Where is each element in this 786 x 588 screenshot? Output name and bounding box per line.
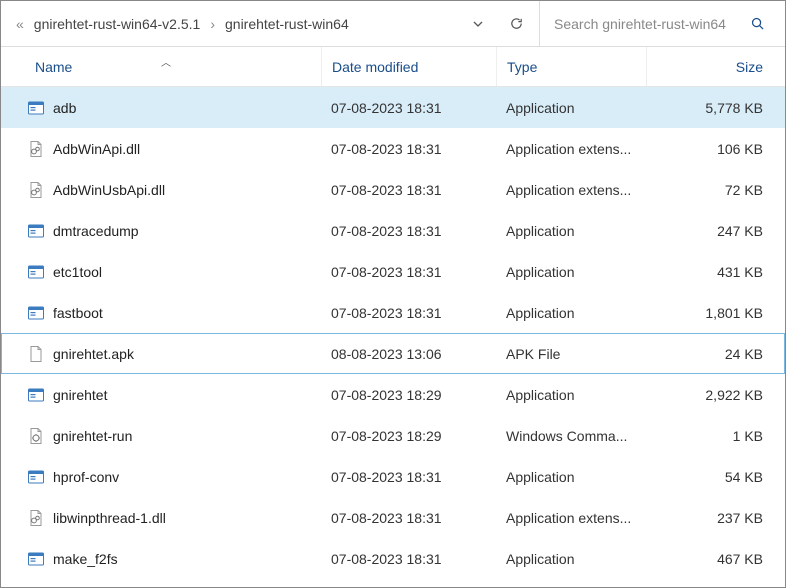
file-name: gnirehtet-run [53, 428, 132, 444]
file-size: 54 KB [646, 469, 785, 485]
column-header-name[interactable]: Name ︿ [1, 47, 321, 86]
file-icon [27, 345, 45, 363]
sort-indicator-icon: ︿ [161, 54, 171, 69]
file-type: Application extens... [496, 141, 646, 157]
file-name: adb [53, 100, 76, 116]
file-size: 106 KB [646, 141, 785, 157]
breadcrumb-part-2[interactable]: gnirehtet-rust-win64 [225, 16, 349, 32]
file-date: 07-08-2023 18:31 [321, 551, 496, 567]
exe-icon [27, 99, 45, 117]
file-date: 07-08-2023 18:31 [321, 469, 496, 485]
file-date: 07-08-2023 18:29 [321, 428, 496, 444]
file-row[interactable]: fastboot 07-08-2023 18:31Application1,801… [1, 292, 785, 333]
column-header-label: Type [507, 59, 537, 75]
file-date: 07-08-2023 18:31 [321, 305, 496, 321]
file-row[interactable]: gnirehtet-run 07-08-2023 18:29Windows Com… [1, 415, 785, 456]
file-size: 72 KB [646, 182, 785, 198]
file-row[interactable]: make_f2fs 07-08-2023 18:31Application467 … [1, 538, 785, 579]
breadcrumb-sep: › [210, 16, 215, 32]
search-icon[interactable] [750, 16, 765, 31]
file-date: 07-08-2023 18:31 [321, 223, 496, 239]
file-date: 07-08-2023 18:31 [321, 264, 496, 280]
column-header-label: Name [35, 59, 72, 75]
file-row[interactable]: etc1tool 07-08-2023 18:31Application431 K… [1, 251, 785, 292]
exe-icon [27, 550, 45, 568]
file-type: Application [496, 551, 646, 567]
file-type: Windows Comma... [496, 428, 646, 444]
column-headers: Name ︿ Date modified Type Size [1, 47, 785, 87]
file-date: 07-08-2023 18:31 [321, 182, 496, 198]
exe-icon [27, 263, 45, 281]
breadcrumb-overflow[interactable]: « [16, 16, 24, 32]
column-header-label: Size [736, 59, 763, 75]
file-type: APK File [496, 346, 646, 362]
chevron-down-icon [472, 18, 484, 30]
file-row[interactable]: gnirehtet 07-08-2023 18:29Application2,92… [1, 374, 785, 415]
file-date: 08-08-2023 13:06 [321, 346, 496, 362]
file-name: gnirehtet.apk [53, 346, 134, 362]
file-type: Application [496, 305, 646, 321]
address-toolbar: « gnirehtet-rust-win64-v2.5.1 › gnirehte… [1, 1, 785, 47]
exe-icon [27, 386, 45, 404]
file-row[interactable]: hprof-conv 07-08-2023 18:31Application54 … [1, 456, 785, 497]
file-size: 1,801 KB [646, 305, 785, 321]
dll-icon [27, 140, 45, 158]
breadcrumb[interactable]: « gnirehtet-rust-win64-v2.5.1 › gnirehte… [11, 16, 349, 32]
cmd-icon [27, 427, 45, 445]
file-size: 24 KB [646, 346, 785, 362]
column-header-size[interactable]: Size [646, 47, 785, 86]
dll-icon [27, 509, 45, 527]
file-type: Application [496, 387, 646, 403]
file-size: 431 KB [646, 264, 785, 280]
file-type: Application [496, 264, 646, 280]
exe-icon [27, 468, 45, 486]
file-row[interactable]: libwinpthread-1.dll 07-08-2023 18:31Appli… [1, 497, 785, 538]
refresh-icon [509, 16, 524, 31]
file-size: 237 KB [646, 510, 785, 526]
file-type: Application [496, 223, 646, 239]
file-date: 07-08-2023 18:31 [321, 510, 496, 526]
file-row[interactable]: AdbWinUsbApi.dll 07-08-2023 18:31Applicat… [1, 169, 785, 210]
file-list[interactable]: adb07-08-2023 18:31Application5,778 KBAd… [1, 87, 785, 587]
search-input[interactable] [552, 15, 742, 33]
file-row[interactable]: adb 07-08-2023 18:31Application5,778 KB [1, 87, 785, 128]
column-header-label: Date modified [332, 59, 418, 75]
file-name: fastboot [53, 305, 103, 321]
file-size: 247 KB [646, 223, 785, 239]
file-date: 07-08-2023 18:31 [321, 100, 496, 116]
file-size: 1 KB [646, 428, 785, 444]
file-row[interactable]: AdbWinApi.dll 07-08-2023 18:31Application… [1, 128, 785, 169]
exe-icon [27, 222, 45, 240]
explorer-window: « gnirehtet-rust-win64-v2.5.1 › gnirehte… [0, 0, 786, 588]
file-name: dmtracedump [53, 223, 139, 239]
file-name: AdbWinApi.dll [53, 141, 140, 157]
file-type: Application extens... [496, 510, 646, 526]
file-name: AdbWinUsbApi.dll [53, 182, 165, 198]
file-name: hprof-conv [53, 469, 119, 485]
file-type: Application [496, 100, 646, 116]
file-type: Application [496, 469, 646, 485]
breadcrumb-part-1[interactable]: gnirehtet-rust-win64-v2.5.1 [34, 16, 201, 32]
file-date: 07-08-2023 18:29 [321, 387, 496, 403]
file-name: make_f2fs [53, 551, 118, 567]
column-header-date[interactable]: Date modified [321, 47, 496, 86]
column-header-type[interactable]: Type [496, 47, 646, 86]
file-row[interactable]: gnirehtet.apk 08-08-2023 13:06APK File24 … [1, 333, 785, 374]
history-dropdown-button[interactable] [463, 9, 493, 39]
file-name: etc1tool [53, 264, 102, 280]
file-size: 2,922 KB [646, 387, 785, 403]
file-date: 07-08-2023 18:31 [321, 141, 496, 157]
file-size: 5,778 KB [646, 100, 785, 116]
file-row[interactable]: dmtracedump 07-08-2023 18:31Application24… [1, 210, 785, 251]
refresh-button[interactable] [501, 9, 531, 39]
search-box[interactable] [539, 1, 775, 46]
file-type: Application extens... [496, 182, 646, 198]
file-name: libwinpthread-1.dll [53, 510, 166, 526]
exe-icon [27, 304, 45, 322]
file-name: gnirehtet [53, 387, 107, 403]
dll-icon [27, 181, 45, 199]
file-size: 467 KB [646, 551, 785, 567]
